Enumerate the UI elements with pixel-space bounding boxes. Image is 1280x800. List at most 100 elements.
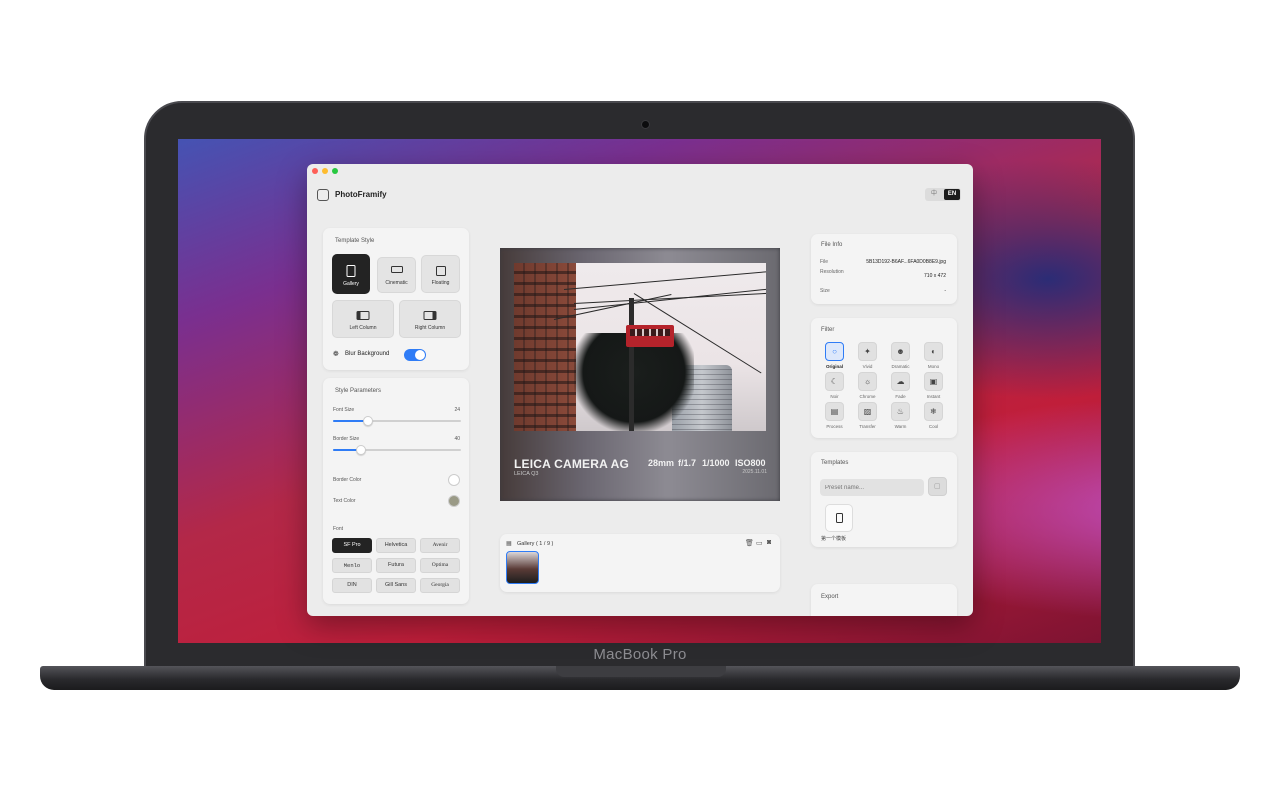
template-label: Cinematic: [385, 280, 408, 286]
font-size-slider-thumb[interactable]: [362, 416, 373, 426]
language-en-button[interactable]: EN: [944, 189, 960, 200]
zoom-window-button[interactable]: [332, 168, 338, 174]
border-size-slider[interactable]: [333, 445, 461, 455]
right-column-icon: [423, 311, 437, 320]
font-gill-sans-button[interactable]: Gill Sans: [376, 578, 416, 593]
snowflake-icon: ❄: [924, 402, 943, 421]
capture-date: 2025.11.01: [742, 469, 767, 475]
templates-panel: Templates ▢ 第一个模板: [811, 452, 957, 547]
camera-icon: ▣: [924, 372, 943, 391]
filter-label: Dramatic: [891, 364, 910, 369]
font-futura-button[interactable]: Futura: [376, 558, 416, 573]
font-sf-pro-button[interactable]: SF Pro: [332, 538, 372, 553]
filter-label: Chrome: [859, 394, 876, 399]
gallery-thumbnail[interactable]: [506, 551, 539, 584]
font-avenir-button[interactable]: Avenir: [420, 538, 460, 553]
minimize-window-button[interactable]: [322, 168, 328, 174]
sparkle-icon: ✦: [858, 342, 877, 361]
base-notch: [556, 666, 726, 677]
filter-label: Vivid: [862, 364, 873, 369]
preset-label: 第一个模板: [821, 536, 847, 542]
language-switcher: 中 EN: [925, 188, 961, 201]
font-size-slider[interactable]: [333, 416, 461, 426]
app-window: PhotoFramify 中 EN Template Style Gallery…: [307, 164, 973, 616]
template-label: Floating: [431, 280, 450, 286]
save-icon[interactable]: ◙: [767, 539, 771, 546]
shutter-speed: 1/1000: [702, 458, 730, 468]
portrait-frame-icon: [836, 513, 843, 523]
filter-label: Process: [826, 424, 843, 429]
border-size-label: Border Size: [333, 436, 360, 442]
filter-label: Cool: [928, 424, 939, 429]
template-left-column-button[interactable]: Left Column: [332, 300, 394, 338]
size-label: Size: [820, 288, 830, 294]
font-din-button[interactable]: DIN: [332, 578, 372, 593]
trash-icon[interactable]: 🗑: [745, 539, 754, 547]
filter-label: Original: [825, 364, 843, 369]
tray-icon: ▢: [934, 483, 941, 490]
templates-title: Templates: [821, 460, 849, 466]
circle-icon: ○: [825, 342, 844, 361]
film-icon: ▤: [825, 402, 844, 421]
sun-icon: ☼: [858, 372, 877, 391]
gallery-label: Gallery ( 1 / 9 ): [517, 541, 554, 547]
close-window-button[interactable]: [312, 168, 318, 174]
folder-icon[interactable]: ▭: [756, 539, 763, 547]
focal-length: 28mm: [648, 458, 675, 468]
square-frame-icon: [435, 266, 446, 276]
blur-background-toggle[interactable]: [404, 349, 426, 361]
file-info-panel: File Info File 5B13D192-B6AF...6FA0D0B8E…: [811, 234, 957, 304]
font-menlo-button[interactable]: Menlo: [332, 558, 372, 573]
resolution-value: 710 x 472: [924, 273, 946, 279]
text-color-swatch[interactable]: [448, 495, 460, 507]
text-color-label: Text Color: [333, 498, 356, 504]
cloud-icon: ☁: [891, 372, 910, 391]
font-size-value: 24: [454, 407, 460, 413]
left-column-icon: [356, 311, 370, 320]
template-right-column-button[interactable]: Right Column: [399, 300, 461, 338]
photo-icon: ▨: [858, 402, 877, 421]
template-gallery-button[interactable]: Gallery: [332, 254, 370, 294]
photo-preview: LEICA CAMERA AG LEICA Q3 28mm f/1.7 1/10…: [500, 248, 780, 501]
app-logo-icon: [317, 189, 329, 201]
photo-image: [514, 263, 766, 431]
camera-model: LEICA Q3: [514, 471, 539, 477]
half-circle-icon: ◐: [924, 342, 943, 361]
moon-icon: ☾: [825, 372, 844, 391]
tree: [574, 333, 694, 431]
blur-background-label: Blur Background: [345, 351, 390, 357]
font-helvetica-button[interactable]: Helvetica: [376, 538, 416, 553]
language-zh-button[interactable]: 中: [926, 189, 942, 200]
filter-label: Instant: [926, 394, 941, 399]
preset-card[interactable]: [825, 504, 853, 532]
export-panel: Export: [811, 584, 957, 616]
pole: [629, 298, 634, 431]
border-size-slider-thumb[interactable]: [356, 445, 367, 455]
landscape-frame-icon: [390, 266, 403, 273]
template-cinematic-button[interactable]: Cinematic: [377, 257, 416, 293]
webcam: [641, 120, 650, 129]
save-preset-button[interactable]: ▢: [928, 477, 947, 496]
template-style-title: Template Style: [335, 238, 375, 244]
resolution-label: Resolution: [820, 269, 844, 275]
template-floating-button[interactable]: Floating: [421, 255, 460, 293]
file-value: 5B13D192-B6AF...6FA0D0B8E9.jpg: [866, 259, 946, 265]
gallery-grid-icon: ▦: [506, 541, 512, 547]
border-color-label: Border Color: [333, 477, 362, 483]
filter-label: Mono: [927, 364, 940, 369]
filter-label: Fade: [895, 394, 906, 399]
preset-name-input[interactable]: [820, 479, 924, 496]
filter-label: Warm: [894, 424, 907, 429]
template-style-panel: Template Style Gallery Cinematic Floatin…: [323, 228, 469, 370]
template-label: Gallery: [343, 281, 359, 287]
style-parameters-title: Style Parameters: [335, 388, 382, 394]
camera-make: LEICA CAMERA AG: [514, 457, 629, 471]
font-georgia-button[interactable]: Georgia: [420, 578, 460, 593]
border-color-swatch[interactable]: [448, 474, 460, 486]
title-bar: [307, 164, 973, 178]
font-optima-button[interactable]: Optima: [420, 558, 460, 573]
app-header: PhotoFramify 中 EN: [307, 182, 973, 208]
size-value: -: [944, 288, 946, 294]
filter-panel: Filter ○ Original ✦ Vivid ☻ Dramatic ◐ Mono ☾ Noi…: [811, 318, 957, 438]
style-parameters-panel: Style Parameters Font Size 24 Border Siz…: [323, 378, 469, 604]
